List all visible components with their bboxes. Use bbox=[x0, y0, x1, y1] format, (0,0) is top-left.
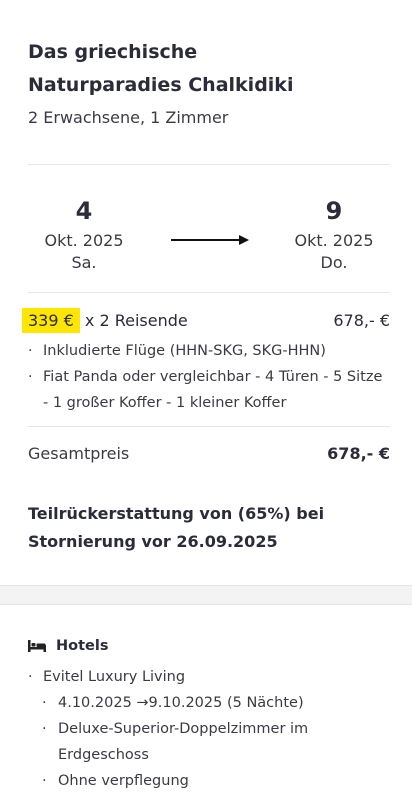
hotels-heading-label: Hotels bbox=[56, 638, 109, 654]
refund-policy: Teilrückerstattung von (65%) bei Stornie… bbox=[28, 500, 388, 556]
refund-line1: Teilrückerstattung von (65%) bei bbox=[28, 504, 325, 523]
total-value: 678,- € bbox=[327, 444, 390, 463]
hotel-name: Evitel Luxury Living bbox=[28, 664, 398, 690]
refund-line2: Stornierung vor 26.09.2025 bbox=[28, 532, 278, 551]
hotel-room-type: Deluxe-Superior-Doppelzimmer im Erdgesch… bbox=[28, 716, 398, 768]
price-per-person-line: 339 € x 2 Reisende bbox=[22, 308, 188, 333]
start-month: Okt. 2025 bbox=[44, 231, 124, 250]
total-label: Gesamtpreis bbox=[28, 444, 130, 463]
end-weekday: Do. bbox=[320, 253, 348, 272]
bed-icon bbox=[28, 640, 46, 652]
price-per-person-highlight: 339 € bbox=[22, 308, 80, 333]
hotels-heading: Hotels bbox=[28, 638, 108, 654]
start-weekday: Sa. bbox=[71, 253, 97, 272]
travelers-count: x 2 Reisende bbox=[79, 311, 188, 330]
hotel-list: Evitel Luxury Living 4.10.2025 →9.10.202… bbox=[28, 664, 398, 794]
hotel-dates: 4.10.2025 →9.10.2025 (5 Nächte) bbox=[28, 690, 398, 716]
trip-title-line1: Das griechische bbox=[28, 41, 198, 63]
end-day: 9 bbox=[325, 197, 343, 225]
arrow-right-icon bbox=[171, 235, 249, 245]
divider bbox=[28, 426, 390, 427]
divider bbox=[28, 292, 390, 293]
divider bbox=[28, 164, 390, 165]
list-item: Fiat Panda oder vergleichbar - 4 Türen -… bbox=[28, 364, 390, 416]
included-items-list: Inkludierte Flüge (HHN-SKG, SKG-HHN) Fia… bbox=[28, 338, 390, 416]
trip-title-line2: Naturparadies Chalkidiki bbox=[28, 74, 294, 96]
booking-summary-card: Das griechische Naturparadies Chalkidiki… bbox=[0, 0, 412, 586]
list-item: Inkludierte Flüge (HHN-SKG, SKG-HHN) bbox=[28, 338, 390, 364]
travelers-rooms: 2 Erwachsene, 1 Zimmer bbox=[28, 108, 229, 127]
end-month: Okt. 2025 bbox=[294, 231, 374, 250]
trip-title: Das griechische Naturparadies Chalkidiki bbox=[28, 36, 388, 102]
hotel-board: Ohne verpflegung bbox=[28, 768, 398, 794]
end-date: 9 Okt. 2025 Do. bbox=[264, 196, 404, 274]
start-date: 4 Okt. 2025 Sa. bbox=[14, 196, 154, 274]
line-total: 678,- € bbox=[333, 311, 390, 330]
start-day: 4 bbox=[75, 197, 93, 225]
